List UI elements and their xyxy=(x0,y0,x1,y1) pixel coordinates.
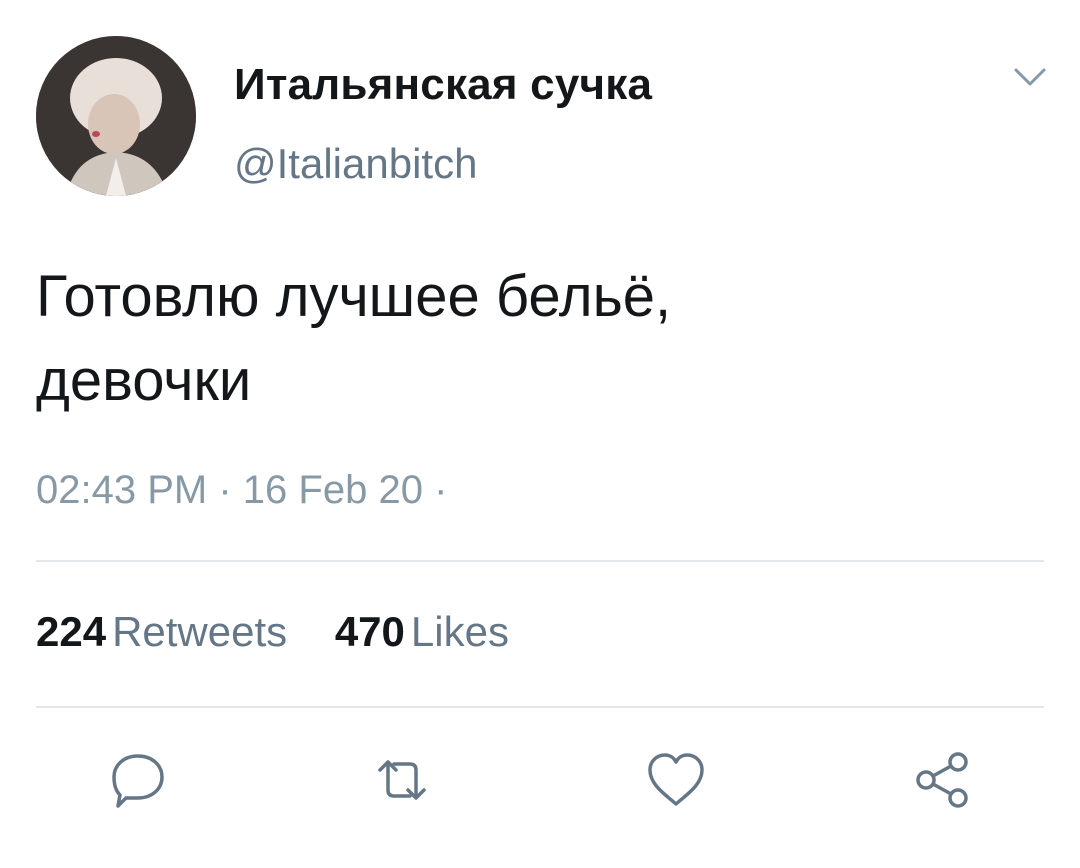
likes-label: Likes xyxy=(410,608,509,655)
retweet-icon xyxy=(378,760,426,800)
tweet-meta: 02:43 PM · 16 Feb 20 · xyxy=(36,468,447,513)
tweet-text-line: Готовлю лучшее бельё, xyxy=(36,264,672,329)
reply-button[interactable] xyxy=(106,748,170,812)
avatar-photo xyxy=(36,36,196,196)
divider xyxy=(36,706,1044,708)
chevron-down-icon[interactable] xyxy=(1012,64,1048,90)
avatar[interactable] xyxy=(36,36,196,196)
tweet-text: Готовлю лучшее бельё, девочки xyxy=(36,255,1036,423)
meta-separator: · xyxy=(434,468,448,512)
likes-count: 470 xyxy=(334,608,405,655)
tweet-text-line: девочки xyxy=(36,348,252,413)
reply-icon xyxy=(112,754,164,808)
likes-stat[interactable]: 470 Likes xyxy=(335,608,509,656)
like-button[interactable] xyxy=(644,748,708,812)
author-handle[interactable]: @Italianbitch xyxy=(234,140,477,188)
share-icon xyxy=(916,752,968,808)
retweets-stat[interactable]: 224 Retweets xyxy=(36,608,287,656)
tweet-date[interactable]: 16 Feb 20 xyxy=(243,468,423,512)
heart-icon xyxy=(648,753,704,806)
retweet-button[interactable] xyxy=(370,748,434,812)
tweet-stats: 224 Retweets 470 Likes xyxy=(36,608,545,656)
tweet-time[interactable]: 02:43 PM xyxy=(36,468,207,512)
divider xyxy=(36,560,1044,562)
retweets-label: Retweets xyxy=(112,608,288,655)
author-display-name[interactable]: Итальянская сучка xyxy=(234,60,652,110)
retweets-count: 224 xyxy=(36,608,107,655)
share-button[interactable] xyxy=(910,748,974,812)
meta-separator: · xyxy=(218,468,232,512)
